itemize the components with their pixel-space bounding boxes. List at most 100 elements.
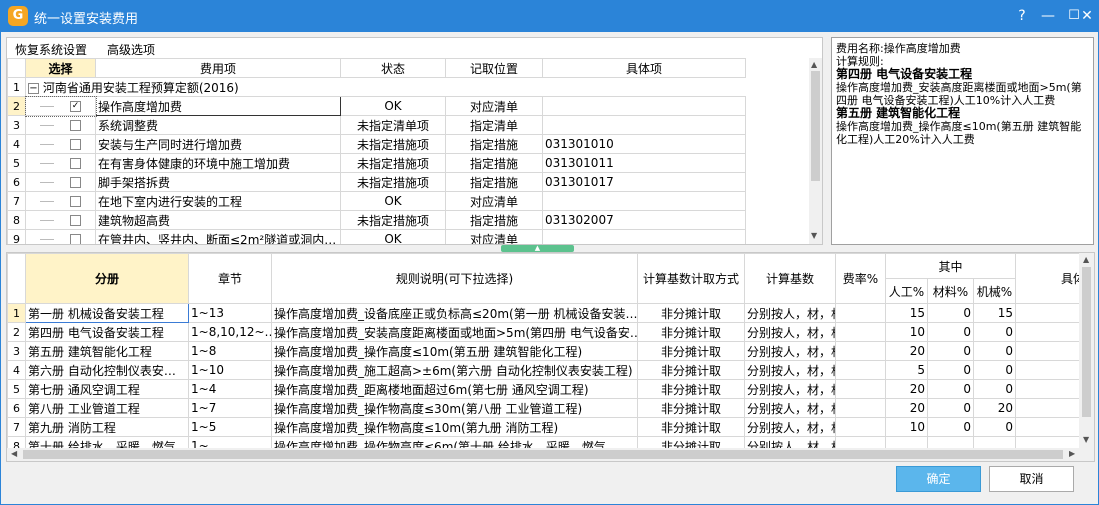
detail-cell[interactable] — [542, 115, 746, 135]
material-column-header[interactable]: 材料% — [927, 278, 974, 304]
scroll-up-icon[interactable]: ▲ — [1083, 255, 1089, 264]
method-cell[interactable]: 非分摊计取 — [637, 322, 745, 342]
scroll-thumb[interactable] — [23, 450, 1063, 459]
base-cell[interactable]: 分别按人，材，机取费 — [744, 360, 836, 380]
machine-column-header[interactable]: 机械% — [973, 278, 1016, 304]
machine-rate-cell[interactable]: 0 — [973, 341, 1016, 361]
material-rate-cell[interactable]: 0 — [927, 341, 974, 361]
detail-row[interactable]: 2 第四册 电气设备安装工程 1~8,10,12~… 操作高度增加费_安装高度距离楼面… — [7, 322, 1079, 342]
labor-rate-cell[interactable]: 20 — [885, 398, 928, 418]
select-checkbox[interactable] — [70, 120, 81, 131]
fee-row[interactable]: 9 在管井内、竖井内、断面≤2m²隧道或洞内… OK 对应清单 — [7, 229, 746, 244]
location-cell[interactable]: 指定措施 — [445, 210, 543, 230]
select-cell[interactable]: ✓ — [24, 95, 97, 117]
detail-cell[interactable]: 031302007 — [542, 210, 746, 230]
book-cell[interactable]: 第七册 通风空调工程 — [25, 379, 189, 399]
rule-cell[interactable]: 操作高度增加费_操作物高度≤10m(第九册 消防工程) — [271, 417, 638, 437]
select-checkbox[interactable]: ✓ — [70, 101, 81, 112]
rate-column-header[interactable]: 费率% — [835, 253, 886, 304]
method-column-header[interactable]: 计算基数计取方式 — [637, 253, 745, 304]
rule-cell[interactable]: 操作高度增加费_安装高度距离楼面或地面>5m(第四册 电气设备安… — [271, 322, 638, 342]
material-rate-cell[interactable]: 0 — [927, 360, 974, 380]
method-cell[interactable]: 非分摊计取 — [637, 341, 745, 361]
help-button[interactable]: ? — [1012, 6, 1032, 26]
machine-rate-cell[interactable]: 20 — [973, 398, 1016, 418]
material-rate-cell[interactable]: 0 — [927, 379, 974, 399]
detail-row[interactable]: 3 第五册 建筑智能化工程 1~8 操作高度增加费_操作高度≤10m(第五册 建筑智能… — [7, 341, 1079, 361]
select-checkbox[interactable] — [70, 158, 81, 169]
collapse-toggle-icon[interactable]: − — [28, 82, 39, 94]
base-cell[interactable]: 分别按人，材，机取费 — [744, 322, 836, 342]
fee-row[interactable]: 7 在地下室内进行安装的工程 OK 对应清单 — [7, 191, 746, 211]
specific-cell[interactable] — [1015, 398, 1079, 418]
ok-button[interactable]: 确定 — [896, 466, 981, 492]
book-cell[interactable]: 第四册 电气设备安装工程 — [25, 322, 189, 342]
detail-row[interactable]: 8 第十册 给排水、采暖、燃气… 1~… 操作高度增加费_操作物高度≤6m(第十册 给… — [7, 436, 1079, 448]
status-column-header[interactable]: 状态 — [340, 58, 446, 78]
chapter-cell[interactable]: 1~5 — [188, 417, 272, 437]
detail-cell[interactable]: 031301011 — [542, 153, 746, 173]
chapter-cell[interactable]: 1~10 — [188, 360, 272, 380]
fee-row[interactable]: 5 在有害身体健康的环境中施工增加费 未指定措施项 指定措施 031301011 — [7, 153, 746, 173]
material-rate-cell[interactable]: 0 — [927, 417, 974, 437]
fee-row[interactable]: 6 脚手架搭拆费 未指定措施项 指定措施 031301017 — [7, 172, 746, 192]
location-cell[interactable]: 指定措施 — [445, 134, 543, 154]
scroll-left-icon[interactable]: ◀ — [11, 449, 17, 458]
group-row[interactable]: 1 − 河南省通用安装工程预算定额(2016) — [7, 77, 746, 97]
location-cell[interactable]: 指定措施 — [445, 172, 543, 192]
book-cell[interactable]: 第十册 给排水、采暖、燃气… — [25, 436, 189, 448]
select-checkbox[interactable] — [70, 234, 81, 244]
detail-row[interactable]: 7 第九册 消防工程 1~5 操作高度增加费_操作物高度≤10m(第九册 消防工程) 非… — [7, 417, 1079, 437]
labor-rate-cell[interactable]: 10 — [885, 417, 928, 437]
detail-cell[interactable]: 031301017 — [542, 172, 746, 192]
detail-horizontal-scrollbar[interactable]: ◀ ▶ — [7, 448, 1094, 461]
book-cell[interactable]: 第八册 工业管道工程 — [25, 398, 189, 418]
location-cell[interactable]: 对应清单 — [445, 191, 543, 211]
select-cell[interactable] — [25, 229, 96, 244]
close-button[interactable]: ✕ — [1076, 6, 1098, 26]
detail-vertical-scrollbar[interactable]: ▲ ▼ — [1079, 253, 1094, 448]
base-cell[interactable]: 分别按人，材，机取费 — [744, 436, 836, 448]
location-cell[interactable]: 对应清单 — [445, 96, 543, 116]
specific-column-header[interactable]: 具体 — [1015, 253, 1079, 304]
rule-cell[interactable]: 操作高度增加费_操作高度≤10m(第五册 建筑智能化工程) — [271, 341, 638, 361]
scroll-down-icon[interactable]: ▼ — [1083, 435, 1089, 444]
labor-rate-cell[interactable]: 10 — [885, 322, 928, 342]
location-cell[interactable]: 对应清单 — [445, 229, 543, 244]
select-checkbox[interactable] — [70, 215, 81, 226]
location-cell[interactable]: 指定措施 — [445, 153, 543, 173]
labor-column-header[interactable]: 人工% — [885, 278, 928, 304]
location-cell[interactable]: 指定清单 — [445, 115, 543, 135]
machine-rate-cell[interactable]: 0 — [973, 379, 1016, 399]
chapter-column-header[interactable]: 章节 — [188, 253, 272, 304]
base-cell[interactable]: 分别按人，材，机取费 — [744, 303, 836, 323]
book-cell[interactable]: 第一册 机械设备安装工程 — [25, 303, 189, 323]
detail-cell[interactable] — [542, 229, 746, 244]
advanced-options-menu[interactable]: 高级选项 — [107, 41, 155, 58]
base-cell[interactable]: 分别按人，材，机取费 — [744, 398, 836, 418]
detail-row[interactable]: 5 第七册 通风空调工程 1~4 操作高度增加费_距离楼地面超过6m(第七册 通风空调… — [7, 379, 1079, 399]
select-checkbox[interactable] — [70, 139, 81, 150]
detail-column-header[interactable]: 具体项 — [542, 58, 746, 78]
method-cell[interactable]: 非分摊计取 — [637, 303, 745, 323]
splitter-handle[interactable]: ▲ — [501, 245, 574, 252]
book-cell[interactable]: 第五册 建筑智能化工程 — [25, 341, 189, 361]
machine-rate-cell[interactable]: 15 — [973, 303, 1016, 323]
method-cell[interactable]: 非分摊计取 — [637, 379, 745, 399]
scroll-up-icon[interactable]: ▲ — [811, 60, 817, 69]
book-cell[interactable]: 第九册 消防工程 — [25, 417, 189, 437]
chapter-cell[interactable]: 1~8,10,12~… — [188, 322, 272, 342]
scroll-thumb[interactable] — [1082, 267, 1091, 417]
specific-cell[interactable] — [1015, 341, 1079, 361]
rate-cell[interactable] — [835, 341, 886, 361]
detail-row[interactable]: 1 第一册 机械设备安装工程 1~13 操作高度增加费_设备底座正或负标高≤20m(第… — [7, 303, 1079, 323]
select-cell[interactable] — [25, 210, 96, 230]
detail-row[interactable]: 6 第八册 工业管道工程 1~7 操作高度增加费_操作物高度≤30m(第八册 工业管道… — [7, 398, 1079, 418]
location-column-header[interactable]: 记取位置 — [445, 58, 543, 78]
restore-defaults-menu[interactable]: 恢复系统设置 — [15, 41, 87, 58]
specific-cell[interactable] — [1015, 436, 1079, 448]
specific-cell[interactable] — [1015, 303, 1079, 323]
base-cell[interactable]: 分别按人，材，机取费 — [744, 341, 836, 361]
chapter-cell[interactable]: 1~13 — [188, 303, 272, 323]
rate-cell[interactable] — [835, 360, 886, 380]
